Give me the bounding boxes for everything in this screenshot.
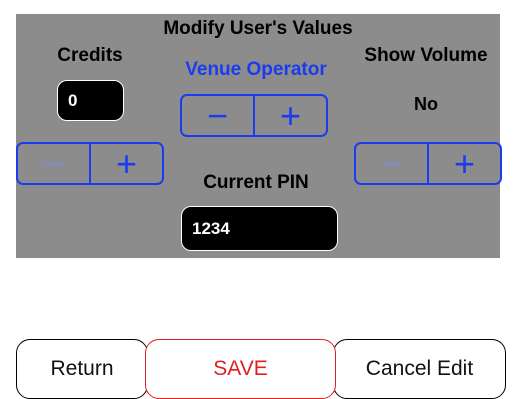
credits-decrement-button[interactable]: −	[18, 144, 89, 183]
show-volume-label: Show Volume	[364, 45, 488, 66]
current-pin-field[interactable]: 1234	[181, 206, 338, 251]
venue-operator-decrement-button[interactable]: −	[182, 96, 253, 135]
cancel-edit-button[interactable]: Cancel Edit	[333, 339, 506, 399]
show-volume-increment-button[interactable]: +	[427, 144, 500, 183]
credits-field[interactable]: 0	[57, 80, 124, 121]
show-volume-decrement-button[interactable]: −	[356, 144, 427, 183]
return-button[interactable]: Return	[16, 339, 148, 399]
venue-operator-label: Venue Operator	[185, 59, 327, 80]
show-volume-value: No	[414, 94, 438, 114]
modify-user-panel: Modify User's Values Credits 0 − + Venue…	[16, 14, 502, 258]
venue-operator-increment-button[interactable]: +	[253, 96, 326, 135]
credits-increment-button[interactable]: +	[89, 144, 162, 183]
save-button[interactable]: SAVE	[145, 339, 336, 399]
credits-label: Credits	[57, 45, 123, 66]
credits-stepper: − +	[16, 142, 164, 185]
show-volume-stepper: − +	[354, 142, 502, 185]
current-pin-label: Current PIN	[203, 172, 309, 193]
panel-title: Modify User's Values	[163, 18, 353, 39]
venue-operator-stepper: − +	[180, 94, 328, 137]
